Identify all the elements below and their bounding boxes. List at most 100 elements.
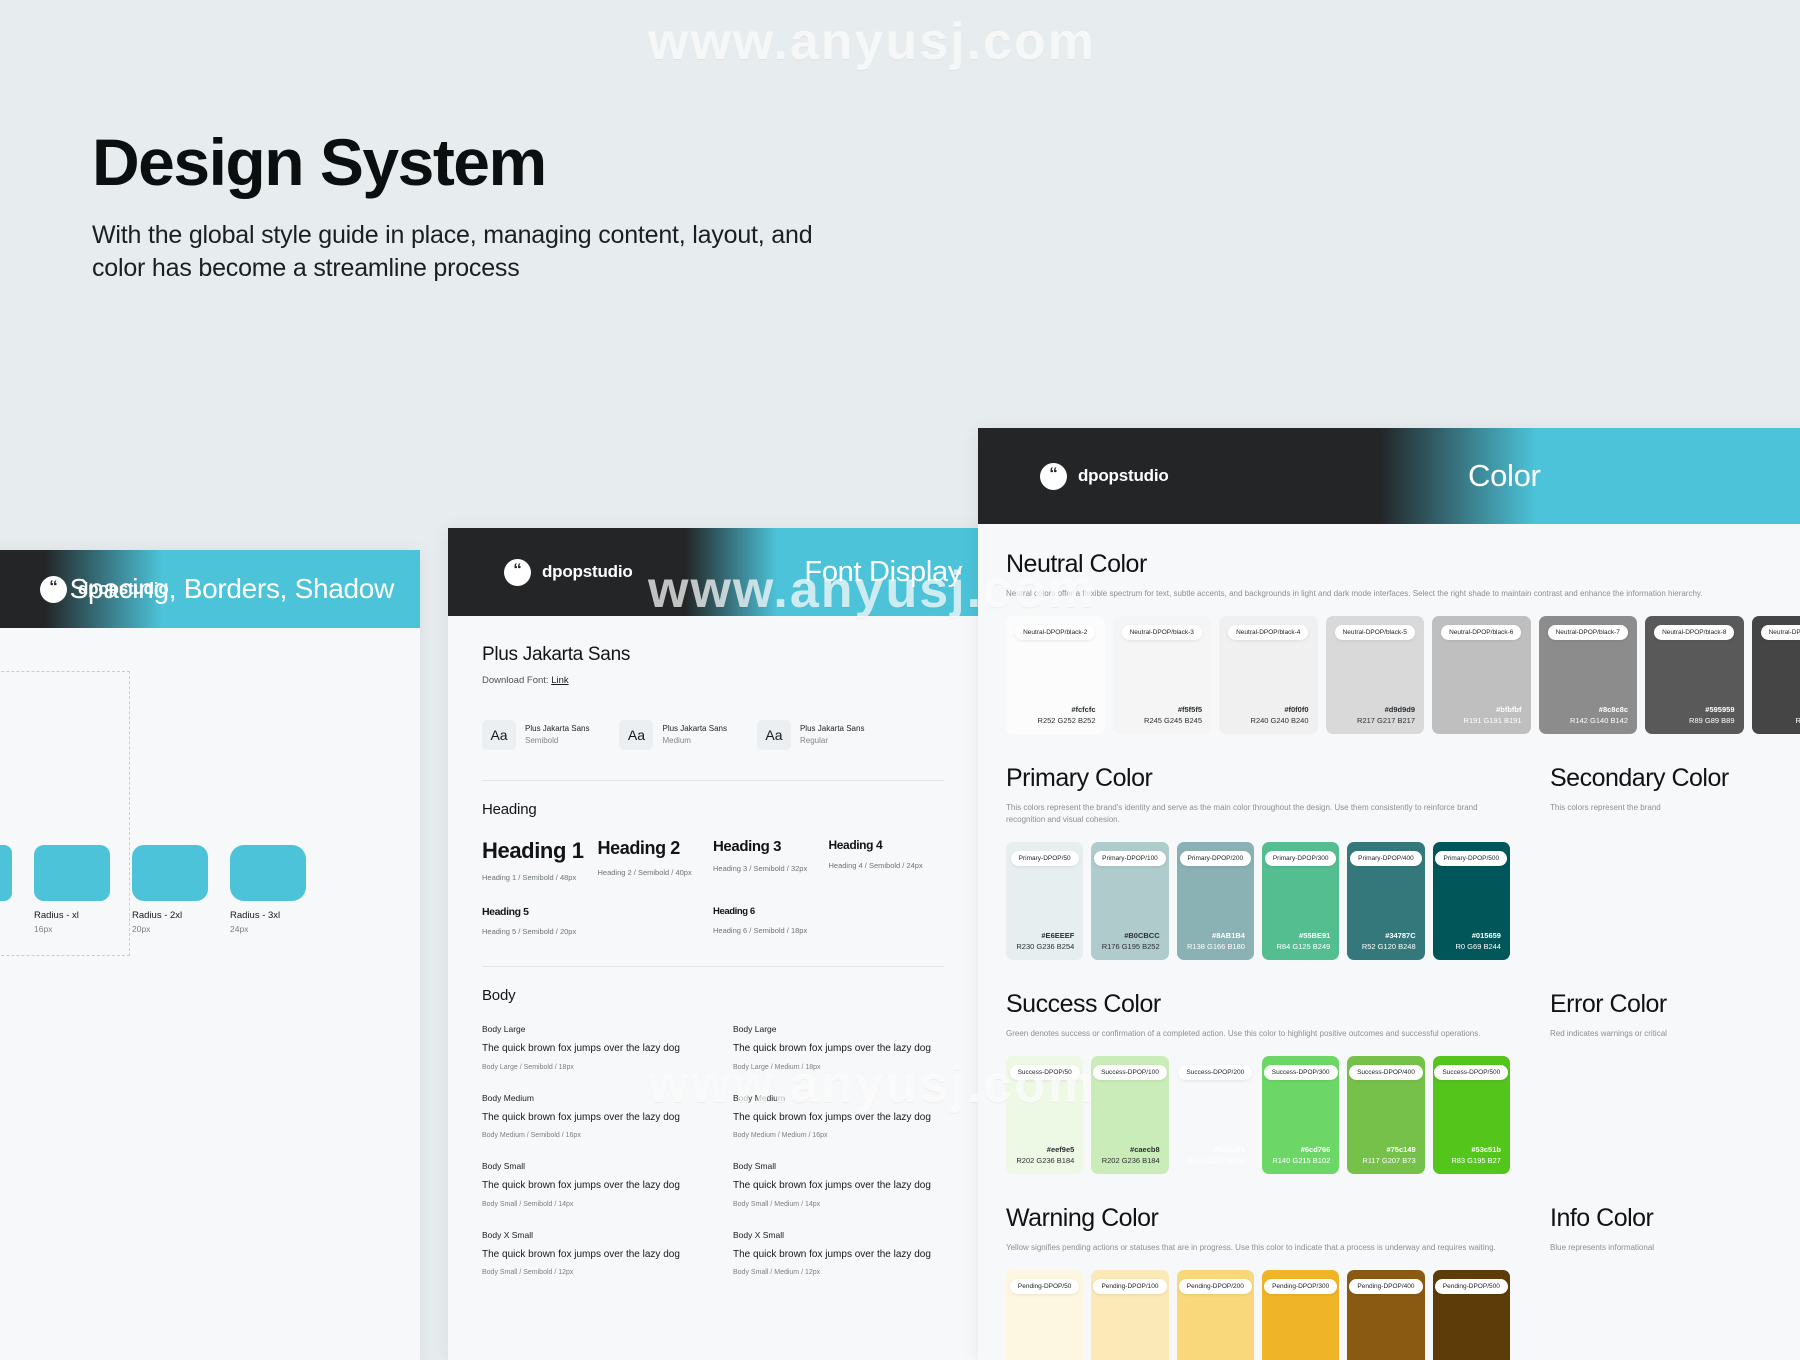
color-swatch[interactable]: Neutral-DPOP/black-6#bfbfbfR191 G191 B19… (1432, 616, 1531, 734)
color-swatch[interactable]: Neutral-DPOP/black-2#fcfcfcR252 G252 B25… (1006, 616, 1105, 734)
swatch-values: #6cd766R140 G215 B102 (1272, 1145, 1330, 1166)
spacing-scale-row: 20px20px20px (0, 748, 131, 767)
color-section-desc: Green denotes success or confirmation of… (1006, 1028, 1510, 1040)
download-link[interactable]: Link (551, 675, 568, 686)
radius-swatch-item[interactable]: Radius - 2xl20px (132, 845, 208, 934)
color-swatch[interactable]: Primary-DPOP/400#34787CR52 G120 B248 (1347, 842, 1424, 960)
swatch-values: #8AB1B4R138 G166 B180 (1187, 931, 1245, 952)
body-type-title: Body X Small (733, 1230, 944, 1240)
color-swatch-row: Neutral-DPOP/black-2#fcfcfcR252 G252 B25… (1006, 616, 1800, 734)
body-type-sample-text: The quick brown fox jumps over the lazy … (733, 1248, 944, 1263)
body-type-sample: Body X Small The quick brown fox jumps ov… (733, 1230, 944, 1277)
color-swatch[interactable]: Neutral-DPOP/black-9#454545R69 G69 B69 (1752, 616, 1800, 734)
color-swatch[interactable]: Success-DPOP/100#caecb8R202 G236 B184 (1091, 1056, 1168, 1174)
spacing-body: Pixels 4px4px4px8px8px8px12px12px12px16p… (0, 628, 420, 956)
radius-value: 16px (34, 924, 110, 934)
radius-swatch-item[interactable]: Radius - 3xl24px (230, 845, 306, 934)
color-section-title: Info Color (1550, 1204, 1800, 1233)
page-subtitle: With the global style guide in place, ma… (92, 219, 852, 285)
spacing-scale-row: 192px192px192px (0, 938, 131, 957)
swatch-token-label: Pending-DPOP/500 (1435, 1279, 1508, 1294)
spacing-scale-rows: 4px4px4px8px8px8px12px12px12px16px16px16… (0, 672, 131, 995)
color-swatch[interactable]: Neutral-DPOP/black-7#8c8c8cR142 G140 B14… (1539, 616, 1638, 734)
swatch-token-label: Pending-DPOP/50 (1010, 1279, 1079, 1294)
color-swatch-row-clipped (1550, 814, 1800, 948)
radius-swatch-row: Radius - sm8pxRadius - md10pxRadius - lg… (0, 845, 306, 934)
swatch-rgb: R117 G207 B73 (1362, 1156, 1415, 1167)
heading-label: Heading 6 (713, 906, 944, 917)
radius-swatch-item[interactable]: Radius - xl16px (34, 845, 110, 934)
color-swatch[interactable]: Success-DPOP/500#53c51bR83 G195 B27 (1433, 1056, 1510, 1174)
panel-font-header: “ dpopstudio Font Display (448, 528, 978, 616)
color-section-secondary: Secondary ColorThis colors represent the… (1550, 764, 1800, 960)
spacing-col-2: 256px (0, 981, 21, 990)
radius-swatch-item[interactable]: Radius - lg12px (0, 845, 12, 934)
swatch-rgb: R52 G120 B248 (1362, 942, 1416, 953)
heading-sample: Heading 2Heading 2 / Semibold / 40px (598, 838, 714, 882)
brand-logo-group: “ dpopstudio (504, 559, 633, 586)
color-swatch[interactable]: Primary-DPOP/200#8AB1B4R138 G166 B180 (1177, 842, 1254, 960)
color-swatch[interactable]: Neutral-DPOP/black-8#595959R89 G89 B89 (1645, 616, 1744, 734)
color-swatch[interactable]: Pending-DPOP/400#8a5a12 (1347, 1270, 1424, 1360)
swatch-token-label: Neutral-DPOP/black-3 (1122, 625, 1202, 640)
color-swatch[interactable]: Primary-DPOP/50#E6EEEFR230 G236 B254 (1006, 842, 1083, 960)
heading-meta: Heading 5 / Semibold / 20px (482, 927, 713, 936)
body-type-sample-text: The quick brown fox jumps over the lazy … (733, 1111, 944, 1126)
color-swatch[interactable]: Primary-DPOP/300#55BE91R84 G125 B249 (1262, 842, 1339, 960)
color-section-error: Error ColorRed indicates warnings or cri… (1550, 990, 1800, 1174)
body-type-meta: Body Small / Semibold / 14px (482, 1201, 693, 1208)
color-section-title: Warning Color (1006, 1204, 1510, 1233)
font-weight-samples: AaPlus Jakarta SansSemiboldAaPlus Jakart… (482, 720, 944, 750)
spacing-col-2: 16px (0, 734, 21, 743)
swatch-hex: #8c8c8c (1570, 705, 1628, 716)
panel-color: “ dpopstudio Color Neutral ColorNeutral … (978, 428, 1800, 1360)
color-swatch[interactable]: Neutral-DPOP/black-5#d9d9d9R217 G217 B21… (1326, 616, 1425, 734)
radius-swatch (132, 845, 208, 901)
color-section-desc: Yellow signifies pending actions or stat… (1006, 1242, 1510, 1254)
color-swatch[interactable]: Success-DPOP/400#75c149R117 G207 B73 (1347, 1056, 1424, 1174)
color-section-row: Success ColorGreen denotes success or co… (1006, 990, 1800, 1174)
spacing-col-2: 4px (0, 677, 21, 686)
color-swatch[interactable]: Primary-DPOP/100#B0CBCCR176 G195 B252 (1091, 842, 1168, 960)
color-swatch[interactable]: Pending-DPOP/100#fbe9b8 (1091, 1270, 1168, 1360)
body-type-sample: Body SmallThe quick brown fox jumps over… (733, 1161, 944, 1208)
color-swatch-row-clipped (1550, 1254, 1800, 1360)
color-swatch[interactable]: Neutral-DPOP/black-3 #f5f5f5R245 G245 B24… (1113, 616, 1212, 734)
swatch-values: #bfbfbfR191 G191 B191 (1464, 705, 1522, 726)
spacing-col-2: 12px (0, 715, 21, 724)
radius-swatch (0, 845, 12, 901)
heading-sample: Heading 4Heading 4 / Semibold / 24px (829, 838, 945, 882)
color-section-title: Neutral Color (1006, 550, 1800, 579)
color-swatch[interactable]: Success-DPOP/50#eef9e5R202 G236 B184 (1006, 1056, 1083, 1174)
swatch-rgb: R202 G236 B184 (1016, 1156, 1074, 1167)
color-swatch[interactable]: Primary-DPOP/500#015659R0 G69 B244 (1433, 842, 1510, 960)
swatch-rgb: R191 G191 B191 (1464, 716, 1522, 727)
swatch-token-label: Primary-DPOP/400 (1350, 851, 1422, 866)
body-type-sample-text: The quick brown fox jumps over the lazy … (482, 1179, 693, 1194)
color-swatch[interactable]: Pending-DPOP/50#fdf6e0 (1006, 1270, 1083, 1360)
swatch-token-label: Neutral-DPOP/black-5 (1335, 625, 1415, 640)
color-swatch[interactable]: Success-DPOP/200#6ada3f6R176 G227 B180 (1177, 1056, 1254, 1174)
color-swatch[interactable]: Success-DPOP/300#6cd766R140 G215 B102 (1262, 1056, 1339, 1174)
font-weight-label: Semibold (525, 735, 589, 747)
heading-label: Heading 4 (829, 838, 945, 852)
color-swatch[interactable]: Neutral-DPOP/black-4#f0f0f0R240 G240 B24… (1219, 616, 1318, 734)
body-type-title: Body Small (733, 1161, 944, 1171)
color-section-desc: This colors represent the brand (1550, 802, 1800, 814)
swatch-values: #f0f0f0R240 G240 B240 (1251, 705, 1309, 726)
swatch-token-label: Neutral-DPOP/black-2 (1015, 625, 1095, 640)
swatch-rgb: R138 G166 B180 (1187, 942, 1245, 953)
spacing-col-2: 192px (0, 943, 21, 952)
quote-mark-icon: “ (504, 559, 531, 586)
panel-spacing-borders-shadow: “ dpopstudio Spacing, Borders, Shadow Pi… (0, 550, 420, 1360)
divider (482, 966, 944, 967)
spacing-col-2: 20px (0, 753, 21, 762)
color-swatch[interactable]: Pending-DPOP/300#f0b429 (1262, 1270, 1339, 1360)
swatch-values: #53c51bR83 G195 B27 (1451, 1145, 1501, 1166)
swatch-rgb: R83 G195 B27 (1451, 1156, 1501, 1167)
color-swatch[interactable]: Pending-DPOP/500#5e3c0a (1433, 1270, 1510, 1360)
color-swatch[interactable]: Pending-DPOP/200#f8d87a (1177, 1270, 1254, 1360)
heading-row-bottom: Heading 5Heading 5 / Semibold / 20pxHead… (482, 906, 944, 936)
swatch-values: #f5f5f5R245 G245 B245 (1144, 705, 1202, 726)
color-swatch-row: Success-DPOP/50#eef9e5R202 G236 B184Succ… (1006, 1056, 1510, 1174)
